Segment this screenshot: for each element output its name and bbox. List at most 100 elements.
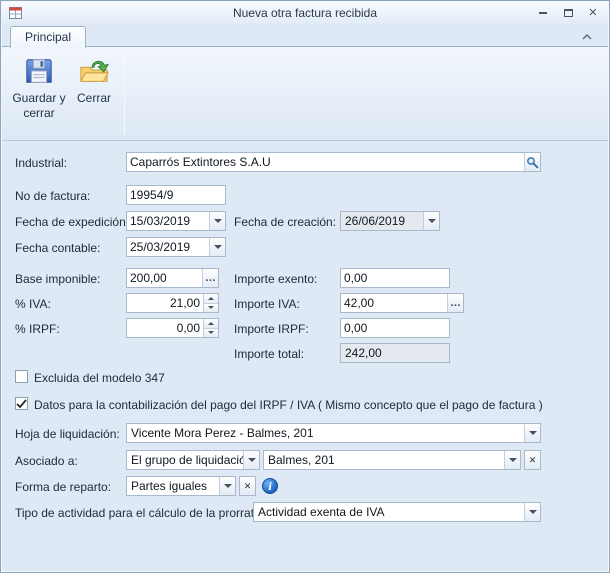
associated-to-target-dropdown-button[interactable] [504, 451, 520, 469]
irpf-percent-label: % IRPF: [15, 322, 60, 336]
total-amount-value: 242,00 [341, 344, 449, 362]
title-bar[interactable]: Nueva otra factura recibida ✕ [2, 2, 608, 24]
associated-to-target-value: Balmes, 201 [264, 451, 504, 469]
accounting-date-field[interactable] [126, 237, 226, 257]
prorate-activity-label: Tipo de actividad para el cálculo de la … [15, 506, 264, 520]
associated-to-target-combo[interactable]: Balmes, 201 [263, 450, 521, 470]
spinner-up-button[interactable] [204, 319, 218, 328]
invoice-number-input[interactable] [127, 186, 225, 204]
chevron-up-icon [208, 297, 214, 300]
chevron-down-icon [428, 219, 436, 223]
spinner-down-button[interactable] [204, 303, 218, 313]
dialog-window: Nueva otra factura recibida ✕ Principal [0, 0, 610, 573]
issue-date-label: Fecha de expedición: [15, 215, 129, 229]
clear-icon: ✕ [244, 481, 252, 492]
excluded-347-checkbox[interactable] [15, 370, 28, 383]
chevron-down-icon [214, 245, 222, 249]
chevron-down-icon [529, 510, 537, 514]
chevron-down-icon [214, 219, 222, 223]
taxable-base-ellipsis-button[interactable]: … [202, 269, 218, 287]
distribution-method-value: Partes iguales [127, 477, 219, 495]
payment-posting-checkbox[interactable] [15, 397, 28, 410]
tab-principal[interactable]: Principal [10, 26, 86, 48]
exempt-amount-label: Importe exento: [234, 272, 317, 286]
save-icon [23, 55, 55, 87]
chevron-down-icon [509, 458, 517, 462]
close-icon: ✕ [588, 8, 597, 19]
tab-strip: Principal [2, 24, 608, 47]
distribution-method-clear-button[interactable]: ✕ [239, 476, 256, 496]
distribution-method-dropdown-button[interactable] [219, 477, 235, 495]
chevron-down-icon [248, 458, 256, 462]
settlement-sheet-dropdown-button[interactable] [524, 424, 540, 442]
close-button[interactable]: Cerrar [70, 51, 118, 137]
associated-to-type-dropdown-button[interactable] [243, 451, 259, 469]
close-window-button[interactable]: ✕ [586, 6, 600, 20]
vat-amount-ellipsis-button[interactable]: … [447, 294, 463, 312]
info-icon[interactable]: i [262, 478, 278, 494]
chevron-down-icon [208, 331, 214, 334]
issue-date-dropdown-button[interactable] [209, 212, 225, 230]
distribution-method-combo[interactable]: Partes iguales [126, 476, 236, 496]
save-and-close-button[interactable]: Guardar y cerrar [10, 51, 68, 137]
taxable-base-input[interactable] [127, 269, 202, 287]
close-folder-icon [78, 55, 110, 87]
settlement-sheet-value: Vicente Mora Perez - Balmes, 201 [127, 424, 524, 442]
vat-amount-label: Importe IVA: [234, 297, 300, 311]
total-amount-field: 242,00 [340, 343, 450, 363]
industrial-label: Industrial: [15, 156, 67, 170]
payment-posting-label: Datos para la contabilización del pago d… [34, 398, 543, 412]
vat-percent-field[interactable] [126, 293, 219, 313]
clear-icon: ✕ [529, 455, 537, 466]
industrial-input[interactable] [127, 153, 524, 171]
maximize-button[interactable] [561, 6, 575, 20]
chevron-down-icon [529, 431, 537, 435]
invoice-number-field[interactable] [126, 185, 226, 205]
taxable-base-label: Base imponible: [15, 272, 100, 286]
vat-amount-input[interactable] [341, 294, 447, 312]
total-amount-label: Importe total: [234, 347, 304, 361]
excluded-347-label: Excluida del modelo 347 [34, 371, 165, 385]
exempt-amount-input[interactable] [341, 269, 449, 287]
spinner-up-button[interactable] [204, 294, 218, 303]
creation-date-dropdown-button [423, 212, 439, 230]
check-icon [16, 399, 27, 409]
accounting-date-input[interactable] [127, 238, 209, 256]
associated-to-label: Asociado a: [15, 454, 78, 468]
settlement-sheet-combo[interactable]: Vicente Mora Perez - Balmes, 201 [126, 423, 541, 443]
chevron-down-icon [208, 306, 214, 309]
settlement-sheet-label: Hoja de liquidación: [15, 427, 120, 441]
irpf-amount-field[interactable] [340, 318, 450, 338]
irpf-amount-input[interactable] [341, 319, 449, 337]
vat-percent-spinner[interactable] [203, 294, 218, 312]
exempt-amount-field[interactable] [340, 268, 450, 288]
prorate-activity-dropdown-button[interactable] [524, 503, 540, 521]
chevron-up-icon [208, 322, 214, 325]
creation-date-field: 26/06/2019 [340, 211, 440, 231]
accounting-date-dropdown-button[interactable] [209, 238, 225, 256]
irpf-percent-field[interactable] [126, 318, 219, 338]
issue-date-input[interactable] [127, 212, 209, 230]
vat-amount-field[interactable]: … [340, 293, 464, 313]
distribution-method-label: Forma de reparto: [15, 480, 111, 494]
irpf-percent-input[interactable] [127, 319, 203, 337]
associated-to-clear-button[interactable]: ✕ [524, 450, 541, 470]
creation-date-label: Fecha de creación: [234, 215, 336, 229]
prorate-activity-combo[interactable]: Actividad exenta de IVA [253, 502, 541, 522]
accounting-date-label: Fecha contable: [15, 241, 100, 255]
taxable-base-field[interactable]: … [126, 268, 219, 288]
ribbon-collapse-button[interactable] [578, 30, 596, 44]
irpf-amount-label: Importe IRPF: [234, 322, 309, 336]
minimize-button[interactable] [536, 6, 550, 20]
ellipsis-icon: … [205, 272, 216, 284]
ellipsis-icon: … [450, 297, 461, 309]
associated-to-type-combo[interactable]: El grupo de liquidación [126, 450, 260, 470]
issue-date-field[interactable] [126, 211, 226, 231]
irpf-percent-spinner[interactable] [203, 319, 218, 337]
spinner-down-button[interactable] [204, 328, 218, 338]
search-button[interactable] [524, 153, 540, 171]
chevron-down-icon [224, 484, 232, 488]
vat-percent-input[interactable] [127, 294, 203, 312]
creation-date-value: 26/06/2019 [341, 212, 423, 230]
industrial-field[interactable] [126, 152, 541, 172]
